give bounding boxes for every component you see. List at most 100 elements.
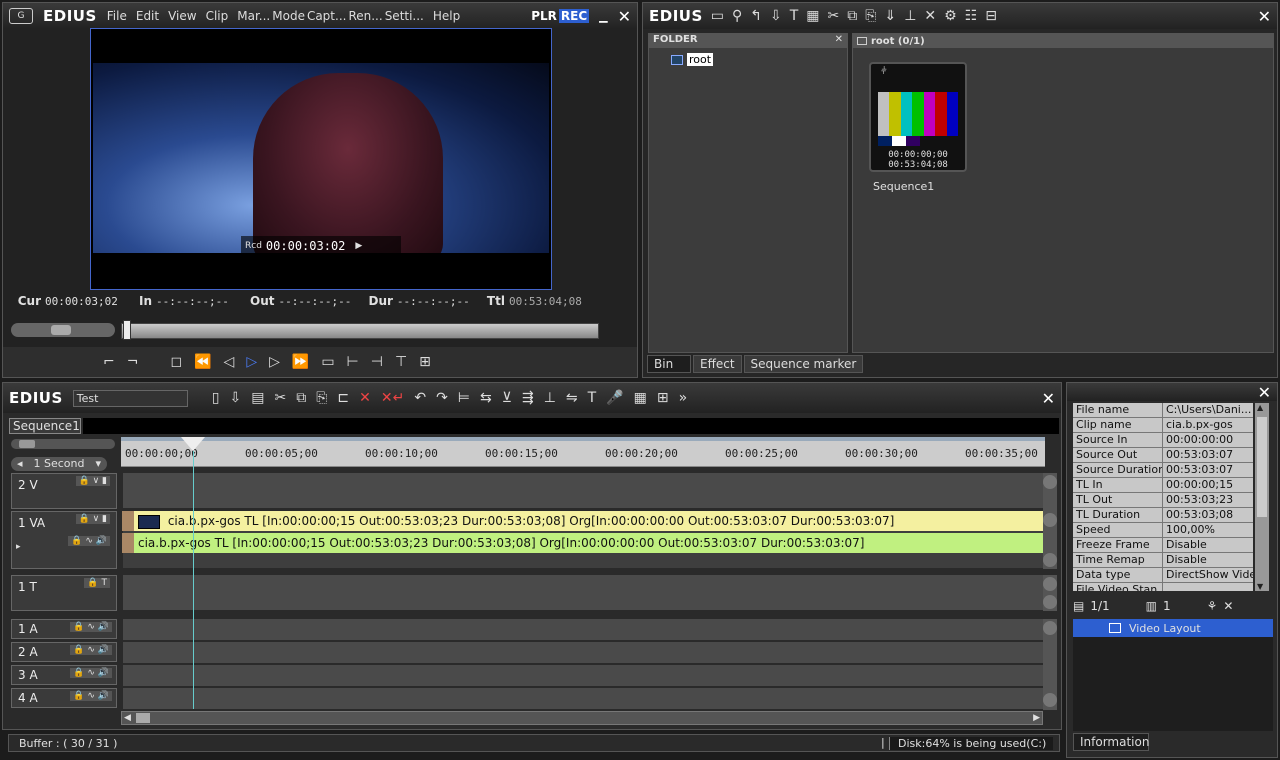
color-bars-icon[interactable]: ▦ (806, 8, 819, 24)
set-in-icon[interactable]: ⌐ (103, 354, 115, 370)
new-sequence-icon[interactable]: ▯ (212, 390, 220, 406)
track-1va-audio-icon[interactable]: 🔒 ∿ 🔊 (68, 536, 110, 546)
playhead-handle[interactable] (181, 437, 205, 451)
scale-select[interactable]: ◂ 1 Second ▾ (11, 457, 107, 471)
menu-marker[interactable]: Mar... (237, 9, 270, 23)
track-head-1t[interactable]: 1 T 🔒 T (11, 575, 117, 611)
lane-2a[interactable] (123, 642, 1045, 664)
sequence-thumbnail[interactable]: ⫩ 00:00:00;00 00:53:04;08 (869, 62, 967, 172)
split-icon[interactable]: ⇶ (522, 390, 534, 406)
timeline-close-icon[interactable]: ✕ (1042, 389, 1055, 408)
plr-button[interactable]: PLR (531, 9, 557, 23)
hscroll-left-icon[interactable]: ◀ (124, 713, 131, 723)
loop-icon[interactable]: ▭ (321, 354, 334, 370)
audio-clip[interactable]: cia.b.px-gos TL [In:00:00:00;15 Out:00:5… (134, 533, 1044, 553)
track-head-4a[interactable]: 4 A 🔒 ∿ 🔊 (11, 688, 117, 708)
lane-1a[interactable] (123, 619, 1045, 641)
fast-forward-icon[interactable]: ⏩ (292, 354, 309, 370)
info-scroll-thumb[interactable] (1257, 417, 1267, 517)
hscroll-thumb[interactable] (136, 713, 150, 723)
scroll-down-icon[interactable] (1043, 553, 1057, 567)
audio-scroll-down-icon[interactable] (1043, 693, 1057, 707)
info-vscroll[interactable]: ▲ ▼ (1255, 403, 1269, 591)
scroll-up-icon[interactable] (1043, 475, 1057, 489)
timeline-vscroll-video[interactable] (1043, 473, 1057, 569)
timeline-delete-icon[interactable]: ✕ (359, 390, 371, 406)
lane-3a[interactable] (123, 665, 1045, 687)
title-tool-icon[interactable]: T (588, 390, 597, 406)
project-name-field[interactable]: Test (72, 389, 188, 407)
rec-button[interactable]: REC (558, 9, 590, 23)
info-scroll-up-icon[interactable]: ▲ (1257, 403, 1263, 412)
hscroll-right-icon[interactable]: ▶ (1033, 713, 1040, 723)
menu-settings[interactable]: Setti... (385, 9, 424, 23)
step-forward-icon[interactable]: ▷ (269, 354, 280, 370)
lane-2v[interactable] (123, 473, 1045, 509)
rewind-icon[interactable]: ⏪ (194, 354, 211, 370)
timeline-hscroll[interactable]: ◀ ▶ (121, 711, 1043, 725)
view-mode-icon[interactable]: ☷ (965, 8, 978, 24)
trim-icon[interactable]: ⇋ (566, 390, 578, 406)
cut-icon[interactable]: ✂ (828, 8, 840, 24)
timeline-vscroll-title[interactable] (1043, 575, 1057, 611)
stop-icon[interactable]: ◻ (170, 354, 182, 370)
scroll-mid-icon[interactable] (1043, 513, 1057, 527)
delete-icon[interactable]: ✕ (924, 8, 936, 24)
step-back-icon[interactable]: ◁ (224, 354, 235, 370)
track-head-3a[interactable]: 3 A 🔒 ∿ 🔊 (11, 665, 117, 685)
paste-icon[interactable]: ⎘ (865, 8, 876, 24)
search-icon[interactable]: ⚲ (732, 8, 742, 24)
info-scroll-down-icon[interactable]: ▼ (1257, 582, 1263, 591)
ripple-delete-icon[interactable]: ✕↵ (381, 390, 404, 406)
track-1t-lock-icon[interactable]: 🔒 T (84, 578, 110, 588)
timeline-copy-icon[interactable]: ⧉ (296, 390, 306, 406)
video-layout-item[interactable]: Video Layout (1073, 619, 1273, 637)
tab-information[interactable]: Information (1073, 733, 1149, 751)
minimize-icon[interactable]: ▁ (599, 10, 607, 23)
render-icon[interactable]: ▦ (634, 390, 647, 406)
menu-mode[interactable]: Mode (272, 9, 305, 23)
layout-effect-icon[interactable]: ⚘ (1207, 599, 1218, 613)
play-icon[interactable]: ▷ (246, 354, 257, 370)
title-scroll-up-icon[interactable] (1043, 577, 1057, 591)
mode-icon[interactable]: ⊏ (337, 390, 349, 406)
track-head-1va[interactable]: 1 VA 🔒 ∨ ▮ 🔒 ∿ 🔊 ▸ (11, 511, 117, 569)
menu-help[interactable]: Help (433, 9, 460, 23)
zoom-handle[interactable] (19, 440, 35, 448)
menu-file[interactable]: File (107, 9, 127, 23)
save-icon[interactable]: ▤ (251, 390, 264, 406)
layout-remove-icon[interactable]: ✕ (1223, 599, 1233, 613)
tab-sequence-marker[interactable]: Sequence marker (743, 355, 864, 373)
shuttle-slider[interactable] (11, 323, 115, 337)
timeline-ruler[interactable]: 00:00:00;00 00:00:05;00 00:00:10;00 00:0… (121, 437, 1045, 467)
track-4a-controls-icon[interactable]: 🔒 ∿ 🔊 (70, 691, 112, 701)
shuttle-handle[interactable] (51, 325, 71, 335)
audio-scroll-up-icon[interactable] (1043, 621, 1057, 635)
track-2v-lock-icon[interactable]: 🔒 ∨ ▮ (75, 476, 110, 486)
menu-clip[interactable]: Clip (206, 9, 229, 23)
more-icon[interactable]: » (679, 390, 688, 406)
track-2a-controls-icon[interactable]: 🔒 ∿ 🔊 (70, 645, 112, 655)
track-1va-expand-icon[interactable]: ▸ (16, 542, 21, 552)
add-to-timeline-icon[interactable]: ⇓ (884, 8, 896, 24)
sequence-tab[interactable]: Sequence1 (9, 418, 81, 434)
bin-close-icon[interactable]: ✕ (1258, 7, 1271, 26)
undo-icon[interactable]: ↶ (414, 390, 426, 406)
timeline-cut-icon[interactable]: ✂ (274, 390, 286, 406)
folder-tree-root[interactable]: root (671, 53, 714, 66)
properties-icon[interactable]: ⚙ (944, 8, 957, 24)
insert-icon[interactable]: ⊢ (347, 354, 359, 370)
timeline-paste-icon[interactable]: ⎘ (316, 390, 327, 406)
tab-bin[interactable]: Bin (647, 355, 691, 373)
track-head-2a[interactable]: 2 A 🔒 ∿ 🔊 (11, 642, 117, 662)
sync-icon[interactable]: ⇆ (480, 390, 492, 406)
copy-icon[interactable]: ⧉ (847, 8, 857, 24)
menu-view[interactable]: View (168, 9, 196, 23)
track-head-1a[interactable]: 1 A 🔒 ∿ 🔊 (11, 619, 117, 639)
menu-render[interactable]: Ren... (348, 9, 382, 23)
track-3a-controls-icon[interactable]: 🔒 ∿ 🔊 (70, 668, 112, 678)
add-marker-icon[interactable]: ⊻ (502, 390, 512, 406)
tools-icon[interactable]: ⊟ (985, 8, 997, 24)
lane-4a[interactable] (123, 688, 1045, 710)
layout-filter-icon[interactable]: ▥ (1146, 599, 1157, 613)
